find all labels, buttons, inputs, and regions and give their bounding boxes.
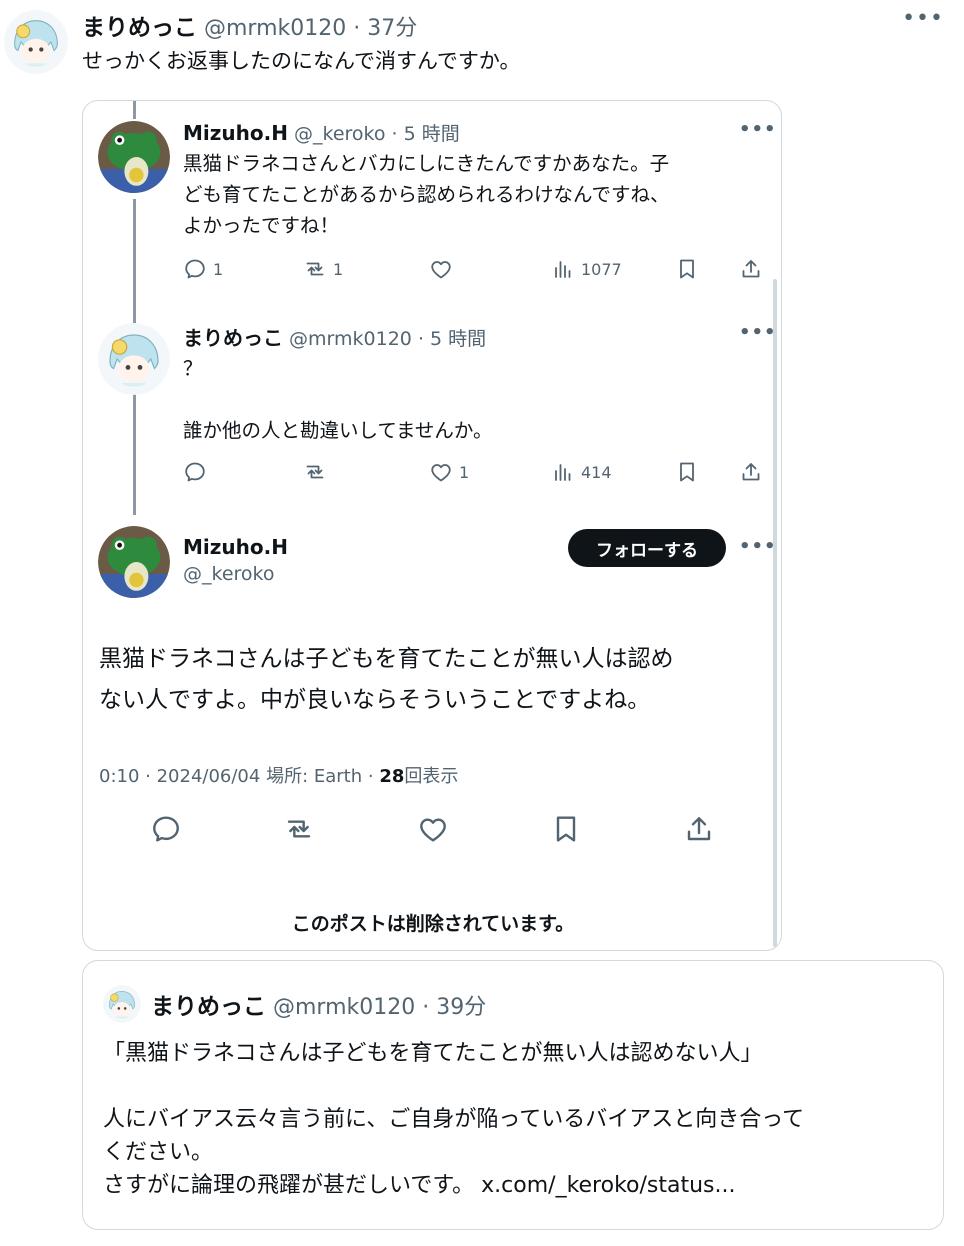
like-button[interactable] (429, 257, 459, 281)
scrollbar[interactable] (773, 279, 777, 947)
follow-button[interactable]: フォローする (568, 529, 726, 567)
like-icon (417, 813, 449, 845)
post-text: せっかくお返事したのになんで消すんですか。 (82, 49, 521, 73)
post-time[interactable]: 5 時間 (430, 328, 486, 350)
views-button[interactable]: 1077 (551, 257, 622, 281)
avatar[interactable] (103, 985, 141, 1023)
handle[interactable]: @mrmk0120 (273, 995, 415, 1020)
display-name[interactable]: まりめっこ (183, 326, 283, 350)
post-text-line: ？ (183, 357, 203, 380)
quoted-post[interactable]: まりめっこ @mrmk0120 · 39分 「黒猫ドラネコさんは子どもを育てたこ… (82, 960, 944, 1230)
reply-button[interactable]: 1 (183, 257, 223, 281)
thread-connector (133, 101, 136, 119)
share-button[interactable] (739, 257, 763, 281)
views-icon (551, 460, 575, 484)
avatar[interactable] (98, 323, 170, 395)
avatar[interactable] (98, 121, 170, 193)
views-button[interactable]: 414 (551, 460, 612, 484)
more-horizontal-icon[interactable]: ••• (739, 322, 777, 343)
views-icon (551, 257, 575, 281)
reply-icon (150, 813, 182, 845)
post-header: Mizuho.H @_keroko · 5 時間 (183, 121, 460, 145)
post-time[interactable]: 5 時間 (404, 123, 460, 145)
post-header: まりめっこ @mrmk0120 · 39分 (151, 994, 487, 1020)
handle[interactable]: @_keroko (183, 563, 288, 585)
post-text-line: 誰か他の人と勘違いしてませんか。 (183, 419, 493, 442)
share-button[interactable] (683, 813, 715, 849)
bookmark-button[interactable] (675, 460, 699, 484)
more-horizontal-icon[interactable]: ••• (902, 6, 944, 31)
bookmark-button[interactable] (675, 257, 699, 281)
like-icon (429, 257, 453, 281)
view-count: 28 (379, 766, 405, 787)
repost-button[interactable] (303, 460, 333, 484)
repost-button[interactable]: 1 (303, 257, 343, 281)
reply-icon (183, 257, 207, 281)
deleted-notice: このポストは削除されています。 (291, 913, 575, 935)
post-location: 場所: Earth (266, 766, 363, 787)
thread-connector (133, 405, 136, 515)
share-icon (739, 257, 763, 281)
post-header: Mizuho.H @_keroko (183, 535, 288, 585)
embedded-thread: Mizuho.H @_keroko · 5 時間 ••• 黒猫ドラネコさんとバカ… (82, 100, 782, 951)
bookmark-button[interactable] (550, 813, 582, 849)
handle[interactable]: @_keroko (294, 123, 385, 145)
share-icon (739, 460, 763, 484)
display-name[interactable]: まりめっこ (151, 994, 266, 1020)
reply-icon (183, 460, 207, 484)
repost-icon (303, 460, 327, 484)
bookmark-icon (675, 257, 699, 281)
like-button[interactable]: 1 (429, 460, 469, 484)
more-horizontal-icon[interactable]: ••• (739, 119, 777, 140)
post-timestamp[interactable]: 0:10 · 2024/06/04 (99, 766, 260, 787)
share-button[interactable] (739, 460, 763, 484)
bookmark-icon (675, 460, 699, 484)
handle[interactable]: @mrmk0120 (289, 328, 412, 350)
avatar[interactable] (4, 10, 68, 74)
share-icon (683, 813, 715, 845)
post-link[interactable]: x.com/_keroko/status... (481, 1173, 735, 1198)
handle[interactable]: @mrmk0120 (204, 16, 346, 41)
reply-button[interactable] (183, 460, 213, 484)
display-name[interactable]: まりめっこ (82, 15, 197, 41)
post-time[interactable]: 37分 (367, 16, 417, 41)
post-time[interactable]: 39分 (436, 995, 486, 1020)
post-text: 黒猫ドラネコさんとバカにしにきたんですかあなた。子 ども育てたことがあるから認め… (183, 152, 670, 237)
bookmark-icon (550, 813, 582, 845)
post-header: まりめっこ @mrmk0120 · 37分 (82, 15, 418, 41)
post-text: 黒猫ドラネコさんは子どもを育てたことが無い人は認め ない人ですよ。中が良いならそ… (99, 646, 674, 713)
repost-icon (303, 257, 327, 281)
post-header: まりめっこ @mrmk0120 · 5 時間 (183, 326, 487, 350)
display-name[interactable]: Mizuho.H (183, 121, 288, 145)
like-icon (429, 460, 453, 484)
more-horizontal-icon[interactable]: ••• (739, 536, 777, 557)
like-button[interactable] (417, 813, 449, 849)
view-count-label: 回表示 (404, 766, 459, 787)
reply-button[interactable] (150, 813, 182, 849)
repost-icon (283, 813, 315, 845)
repost-button[interactable] (283, 813, 315, 849)
post-meta: 0:10 · 2024/06/04 場所: Earth · 28回表示 (99, 766, 459, 787)
avatar[interactable] (98, 526, 170, 598)
display-name[interactable]: Mizuho.H (183, 535, 288, 559)
post-text: 「黒猫ドラネコさんは子どもを育てたことが無い人は認めない人」 人にバイアス云々言… (103, 1041, 805, 1198)
